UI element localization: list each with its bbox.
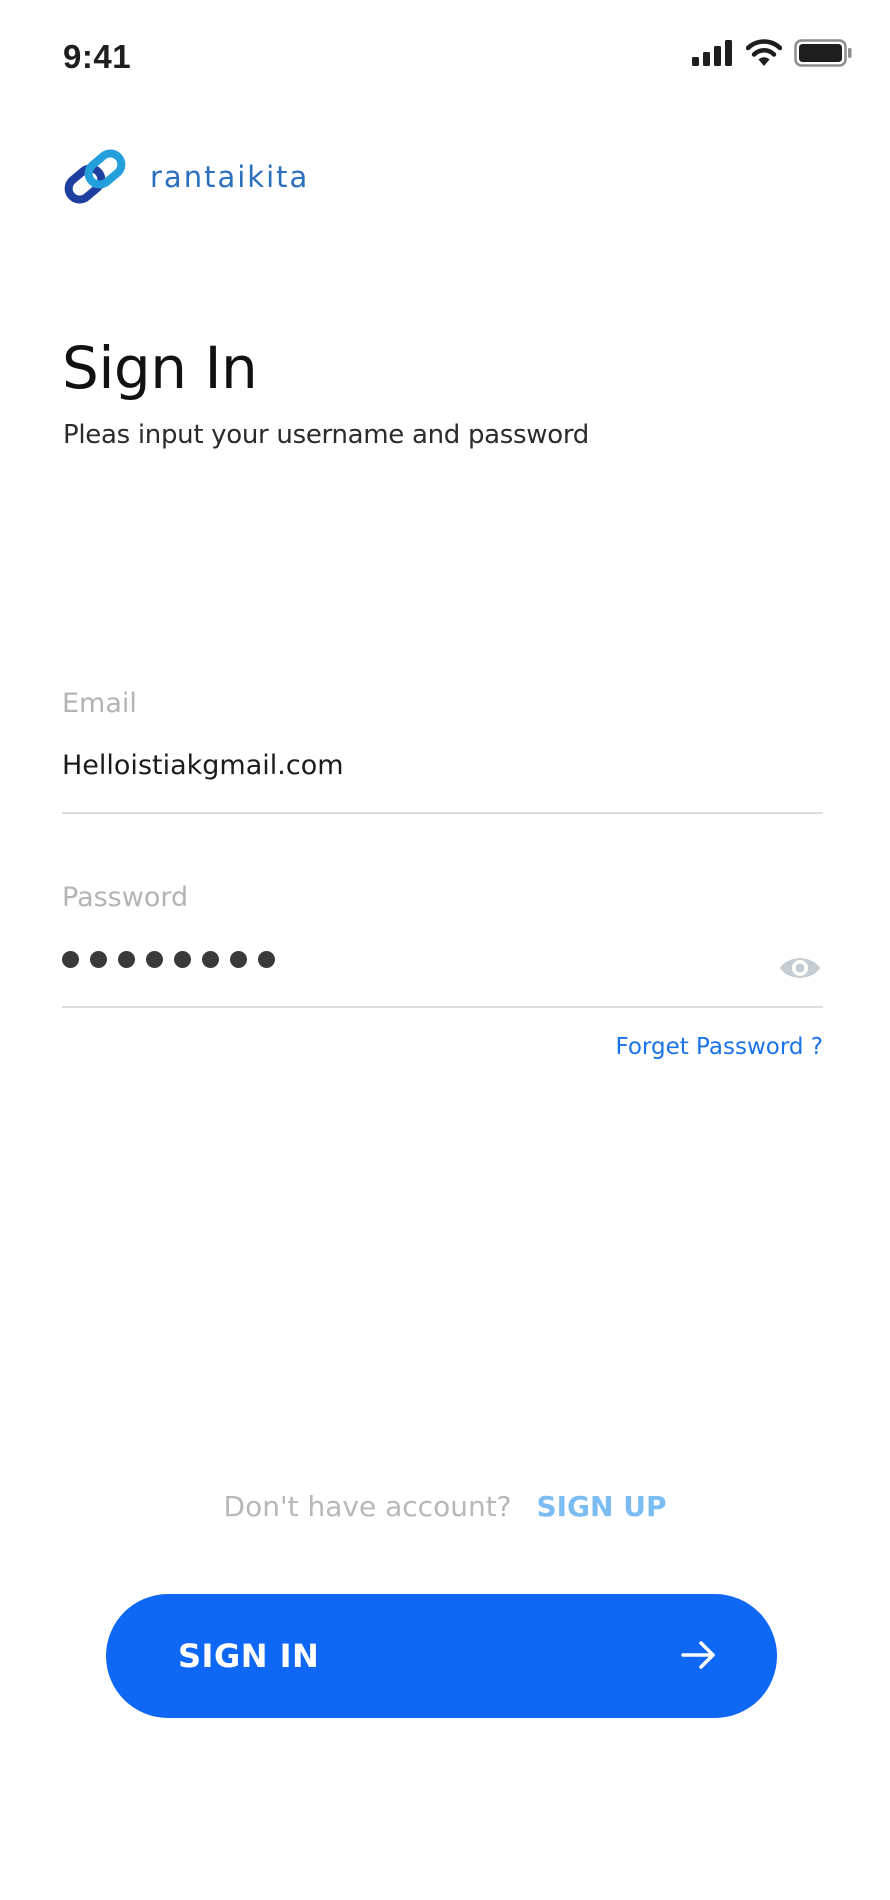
- forget-password-link[interactable]: Forget Password ?: [615, 1034, 823, 1060]
- arrow-right-icon: [681, 1640, 717, 1673]
- password-input[interactable]: [62, 939, 823, 979]
- password-dot: [146, 950, 163, 968]
- email-underline: [62, 812, 823, 814]
- password-dot: [62, 950, 79, 968]
- sign-in-label: SIGN IN: [178, 1637, 320, 1675]
- sign-up-link[interactable]: SIGN UP: [536, 1490, 666, 1523]
- cellular-signal-icon: [692, 39, 734, 71]
- status-time: 9:41: [63, 38, 132, 75]
- battery-icon: [794, 38, 852, 72]
- password-dot: [90, 950, 107, 968]
- status-bar: 9:41: [0, 0, 890, 110]
- wifi-icon: [745, 38, 783, 72]
- brand: rantaikita: [64, 146, 309, 208]
- eye-icon[interactable]: [777, 948, 823, 988]
- password-underline: [62, 1006, 823, 1008]
- chain-link-icon: [64, 146, 126, 208]
- page-title: Sign In: [62, 334, 258, 402]
- password-dot: [258, 950, 275, 968]
- password-dot: [230, 950, 247, 968]
- email-field[interactable]: Email Helloistiakgmail.com: [62, 688, 823, 814]
- page-subtitle: Pleas input your username and password: [63, 420, 589, 450]
- password-dot: [174, 950, 191, 968]
- signup-prompt: Don't have account?: [223, 1490, 512, 1523]
- password-label: Password: [62, 882, 189, 913]
- email-input[interactable]: Helloistiakgmail.com: [62, 745, 823, 785]
- signup-row: Don't have account? SIGN UP: [0, 1490, 890, 1523]
- password-field[interactable]: Password: [62, 882, 823, 1008]
- password-dot: [118, 950, 135, 968]
- password-dot: [202, 950, 219, 968]
- sign-in-button[interactable]: SIGN IN: [106, 1594, 777, 1718]
- status-icons: [692, 38, 852, 72]
- brand-name: rantaikita: [150, 160, 310, 194]
- email-label: Email: [62, 688, 137, 719]
